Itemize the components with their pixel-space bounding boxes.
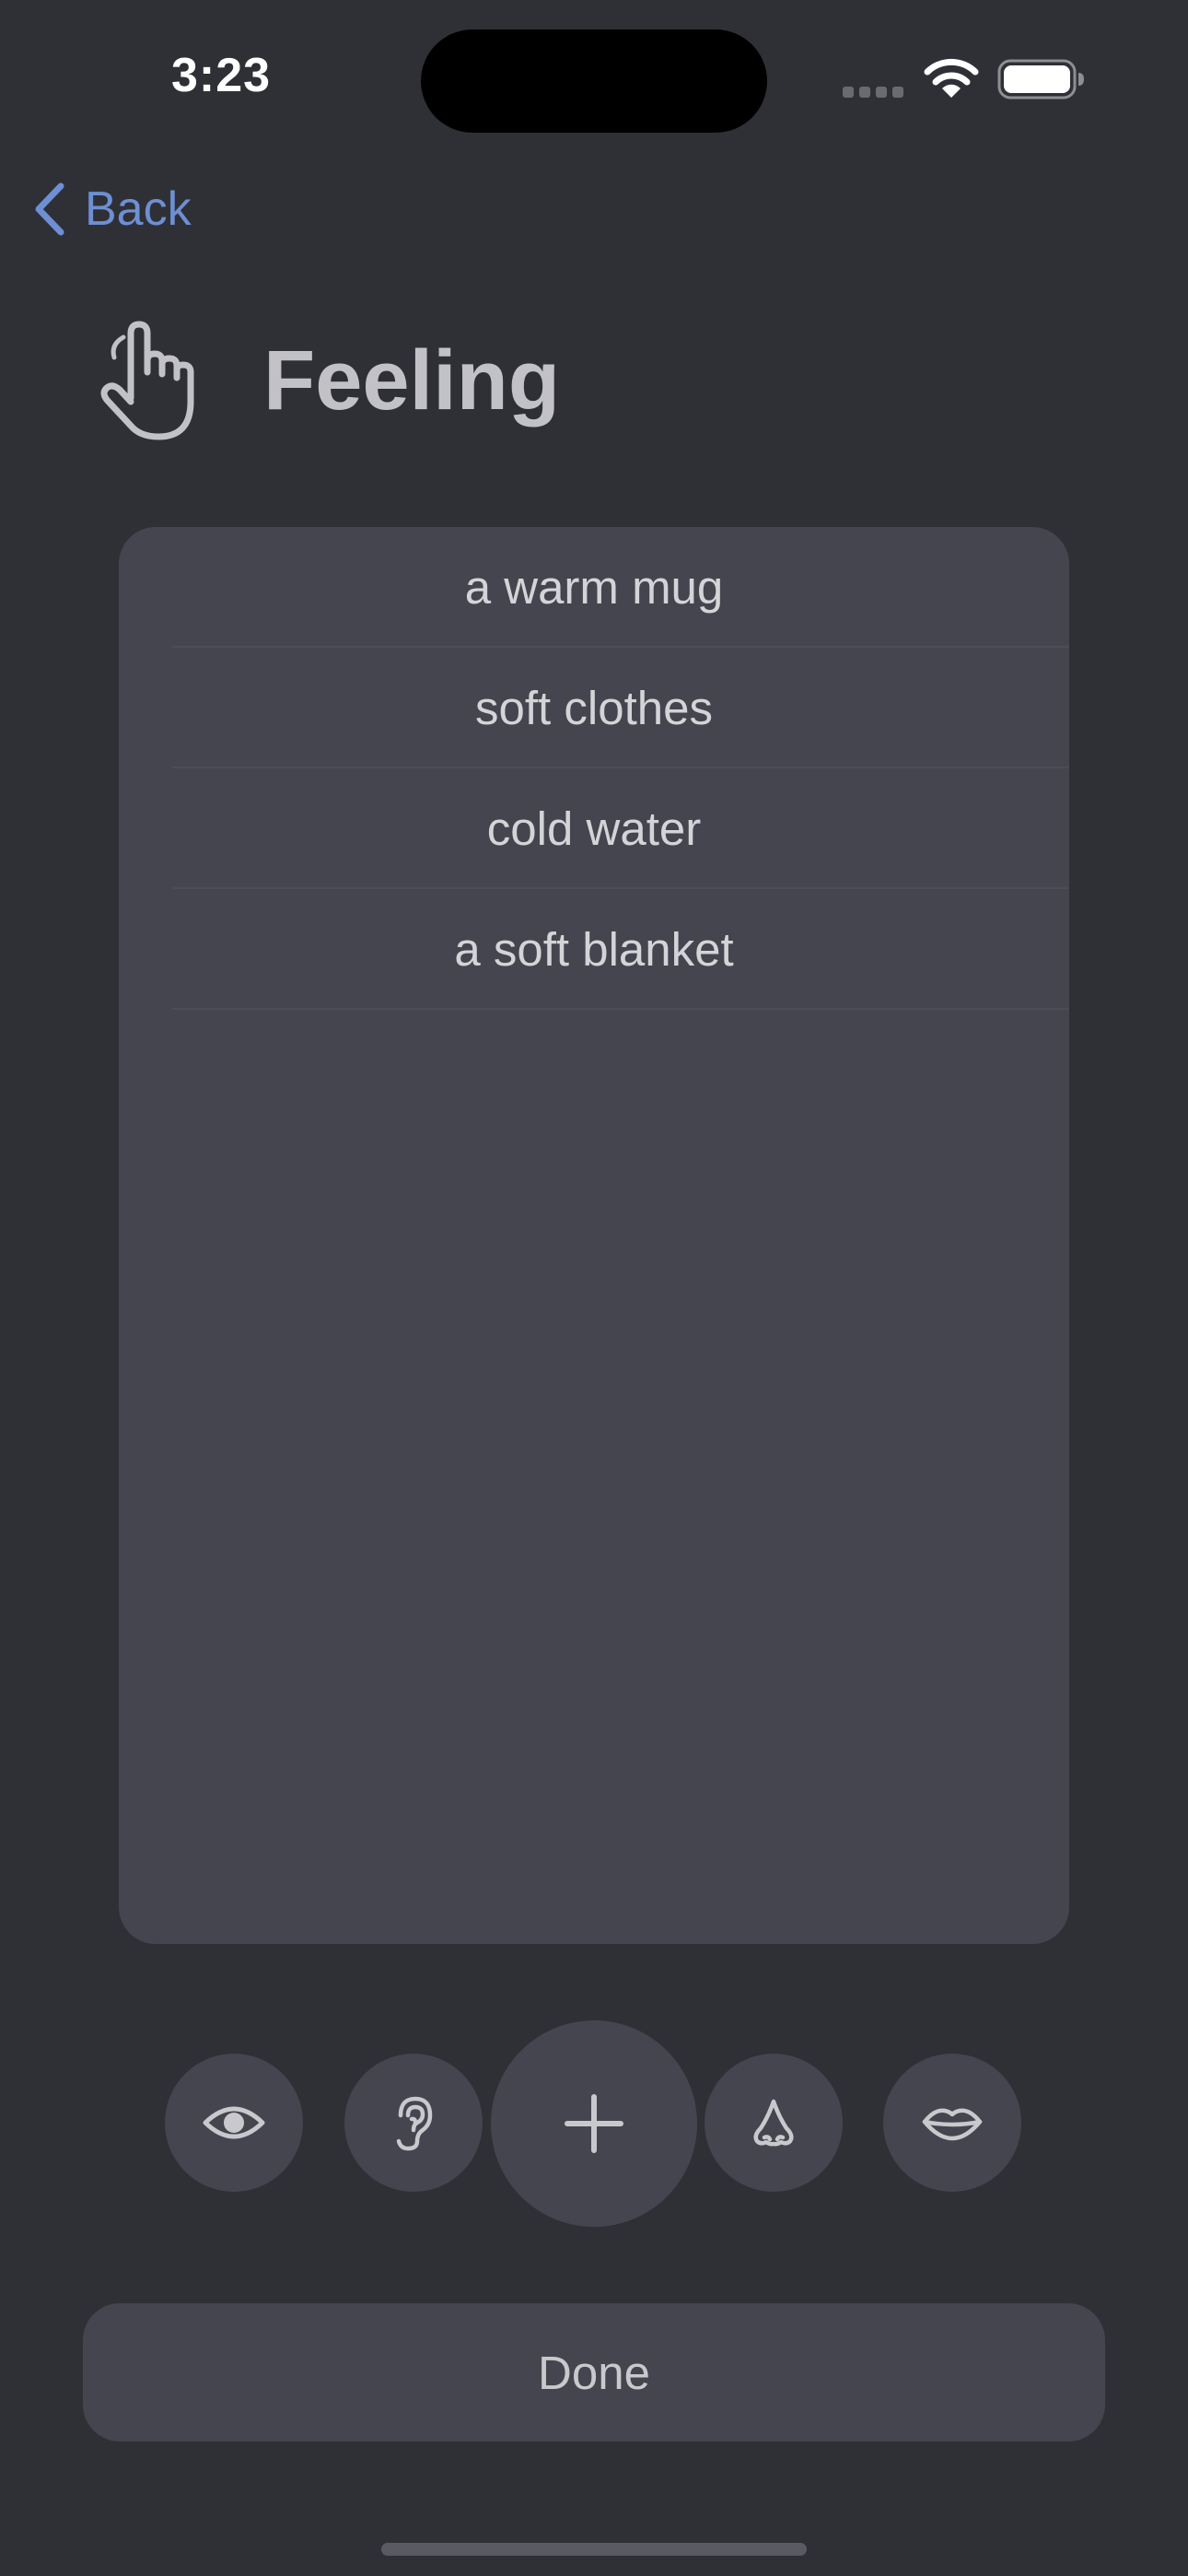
status-time: 3:23	[171, 49, 272, 102]
add-button[interactable]	[491, 2020, 697, 2227]
back-button[interactable]: Back	[33, 175, 192, 243]
eye-icon	[203, 2106, 265, 2139]
nose-icon	[753, 2099, 794, 2147]
cellular-signal-icon	[843, 87, 903, 98]
list-item[interactable]: a warm mug	[119, 527, 1069, 648]
wifi-icon	[924, 58, 979, 98]
back-label: Back	[85, 182, 192, 236]
lips-icon	[922, 2108, 983, 2141]
hand-point-up-icon	[100, 321, 194, 440]
ear-icon	[396, 2096, 433, 2151]
list-item[interactable]: cold water	[119, 768, 1069, 889]
list-item[interactable]: a soft blanket	[119, 889, 1069, 1010]
done-button[interactable]: Done	[83, 2303, 1105, 2441]
battery-icon	[997, 59, 1084, 100]
dynamic-island	[421, 29, 767, 133]
list-item[interactable]: soft clothes	[119, 648, 1069, 768]
sight-button[interactable]	[165, 2054, 303, 2192]
taste-button[interactable]	[883, 2054, 1021, 2192]
home-indicator[interactable]	[381, 2543, 807, 2556]
smell-button[interactable]	[705, 2054, 843, 2192]
page-title: Feeling	[263, 334, 561, 427]
items-list: a warm mug soft clothes cold water a sof…	[119, 527, 1069, 1944]
chevron-left-icon	[35, 182, 64, 236]
hearing-button[interactable]	[344, 2054, 483, 2192]
plus-icon	[565, 2094, 623, 2153]
